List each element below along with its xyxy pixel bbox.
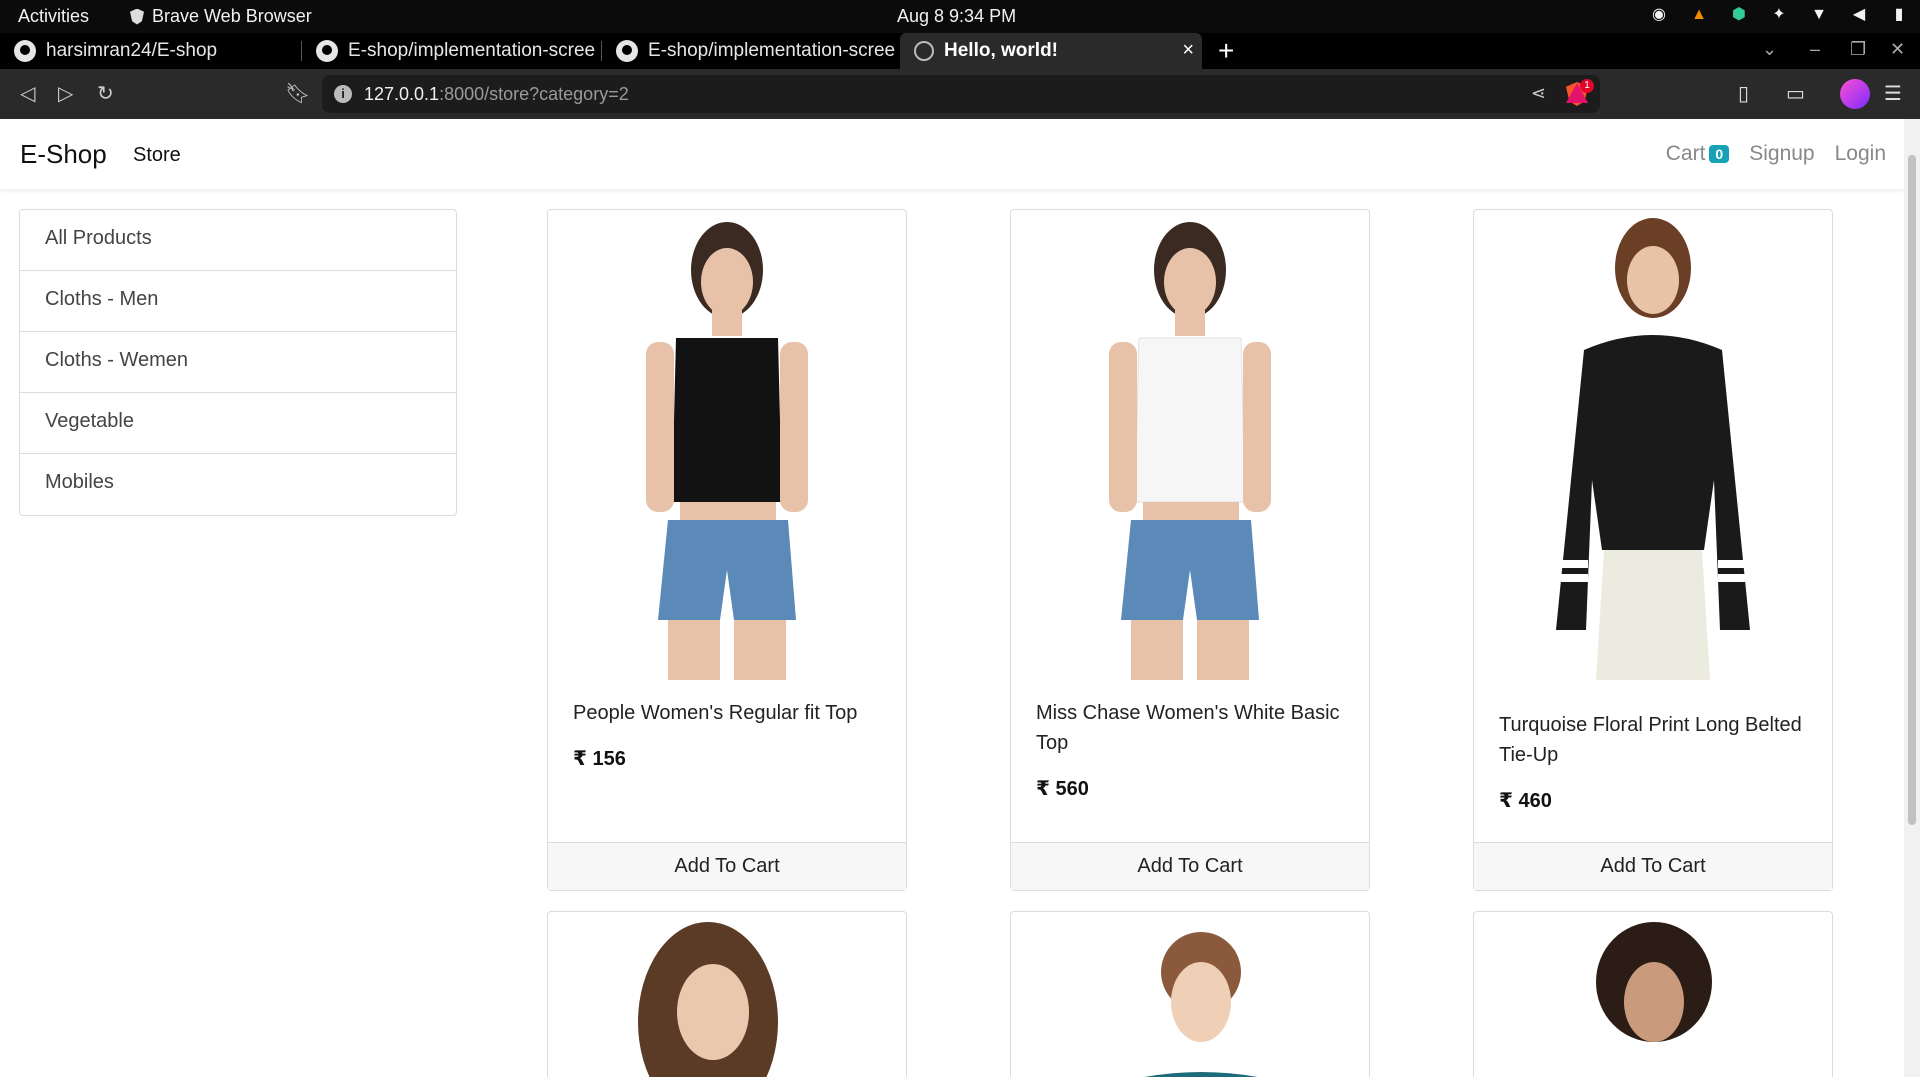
github-icon: [616, 40, 638, 62]
page-content: E-Shop Store Cart 0 Signup Login All Prod…: [0, 119, 1904, 1077]
category-item-cloths-men[interactable]: Cloths - Men: [20, 271, 456, 332]
category-item-cloths-women[interactable]: Cloths - Wemen: [20, 332, 456, 393]
product-card: [547, 911, 907, 1077]
tab-search-chevron-icon[interactable]: ⌄: [1762, 39, 1777, 60]
product-card: [1010, 911, 1370, 1077]
discord-icon[interactable]: ◉: [1650, 6, 1668, 24]
clock[interactable]: Aug 8 9:34 PM: [897, 6, 1016, 27]
product-image[interactable]: [1011, 912, 1369, 1077]
url-text[interactable]: 127.0.0.1:8000/store?category=2: [364, 84, 629, 105]
new-tab-icon[interactable]: +: [1218, 35, 1234, 67]
product-price: ₹ 156: [573, 748, 626, 770]
product-card: [1473, 911, 1833, 1077]
browser-toolbar: ◁ ▷ ↻ 🔖︎ i 127.0.0.1:8000/store?category…: [0, 69, 1920, 119]
back-icon[interactable]: ◁: [20, 81, 35, 106]
product-image[interactable]: [548, 912, 906, 1077]
product-card: Miss Chase Women's White Basic Top ₹ 560…: [1010, 209, 1370, 891]
category-item-all-products[interactable]: All Products: [20, 210, 456, 271]
battery-icon[interactable]: ▮: [1890, 6, 1908, 24]
os-top-bar: Activities Brave Web Browser Aug 8 9:34 …: [0, 0, 1920, 33]
product-image[interactable]: [548, 210, 906, 680]
app-name: Brave Web Browser: [152, 6, 312, 26]
nav-store-link[interactable]: Store: [133, 144, 181, 167]
brave-lion-icon: [130, 8, 144, 25]
page-scrollbar[interactable]: [1904, 119, 1920, 1077]
menu-icon[interactable]: ☰: [1884, 81, 1902, 106]
sidebar-toggle-icon[interactable]: ▯: [1738, 81, 1749, 106]
product-price: ₹ 560: [1036, 778, 1089, 800]
product-card: People Women's Regular fit Top ₹ 156 Add…: [547, 209, 907, 891]
tab-3[interactable]: E-shop/implementation-scree: [602, 33, 900, 69]
reload-icon[interactable]: ↻: [97, 81, 114, 106]
category-item-vegetable[interactable]: Vegetable: [20, 393, 456, 454]
vlc-icon[interactable]: ▲: [1690, 6, 1708, 24]
add-to-cart-button[interactable]: Add To Cart: [1474, 842, 1832, 890]
github-icon: [316, 40, 338, 62]
tab-label: harsimran24/E-shop: [46, 40, 218, 61]
activities-button[interactable]: Activities: [18, 6, 89, 27]
forward-icon[interactable]: ▷: [58, 81, 73, 106]
tab-label: Hello, world!: [944, 40, 1058, 61]
bookmark-icon[interactable]: 🔖︎: [285, 81, 310, 106]
product-price: ₹ 460: [1499, 790, 1552, 812]
close-window-icon[interactable]: ✕: [1890, 39, 1905, 60]
volume-icon[interactable]: ◀: [1850, 6, 1868, 24]
wifi-icon[interactable]: ▼: [1810, 6, 1828, 24]
scrollbar-thumb[interactable]: [1908, 155, 1916, 825]
wallet-icon[interactable]: ▭: [1786, 81, 1805, 106]
maximize-icon[interactable]: ❐: [1850, 39, 1866, 60]
cart-count-badge: 0: [1709, 145, 1730, 164]
tab-label: E-shop/implementation-scree: [648, 40, 896, 61]
shield-tray-icon[interactable]: ⬢: [1730, 6, 1748, 24]
site-info-icon[interactable]: i: [334, 85, 352, 103]
tab-active[interactable]: Hello, world! ×: [900, 33, 1202, 69]
globe-icon: [914, 41, 934, 61]
category-item-mobiles[interactable]: Mobiles: [20, 454, 456, 515]
product-title[interactable]: Miss Chase Women's White Basic Top: [1036, 698, 1346, 758]
add-to-cart-button[interactable]: Add To Cart: [548, 842, 906, 890]
share-icon[interactable]: ⋖: [1531, 83, 1546, 104]
signup-link[interactable]: Signup: [1749, 142, 1814, 166]
tab-1[interactable]: harsimran24/E-shop: [0, 33, 302, 69]
accessibility-icon[interactable]: ✦: [1770, 6, 1788, 24]
app-menu[interactable]: Brave Web Browser: [130, 6, 312, 27]
product-image[interactable]: [1011, 210, 1369, 680]
github-icon: [14, 40, 36, 62]
product-title[interactable]: People Women's Regular fit Top: [573, 698, 883, 728]
tab-label: E-shop/implementation-scree: [348, 40, 596, 61]
tab-2[interactable]: E-shop/implementation-scree: [302, 33, 602, 69]
product-image[interactable]: [1474, 210, 1832, 680]
profile-avatar[interactable]: [1840, 79, 1870, 109]
add-to-cart-button[interactable]: Add To Cart: [1011, 842, 1369, 890]
product-title[interactable]: Turquoise Floral Print Long Belted Tie-U…: [1499, 710, 1809, 770]
tab-strip: harsimran24/E-shop E-shop/implementation…: [0, 33, 1920, 69]
address-bar[interactable]: i 127.0.0.1:8000/store?category=2 ⋖: [322, 75, 1600, 113]
brand-logo[interactable]: E-Shop: [20, 139, 107, 170]
close-tab-icon[interactable]: ×: [1182, 39, 1194, 62]
nav-right: Cart 0 Signup Login: [1666, 142, 1886, 166]
login-link[interactable]: Login: [1835, 142, 1886, 166]
category-list: All Products Cloths - Men Cloths - Wemen…: [19, 209, 457, 516]
site-navbar: E-Shop Store Cart 0 Signup Login: [0, 119, 1904, 189]
product-card: Turquoise Floral Print Long Belted Tie-U…: [1473, 209, 1833, 891]
system-tray[interactable]: ◉ ▲ ⬢ ✦ ▼ ◀ ▮: [1650, 6, 1908, 24]
cart-link[interactable]: Cart 0: [1666, 142, 1730, 166]
minimize-icon[interactable]: –: [1810, 39, 1820, 60]
product-image[interactable]: [1474, 912, 1832, 1077]
rewards-badge: 1: [1580, 79, 1594, 93]
